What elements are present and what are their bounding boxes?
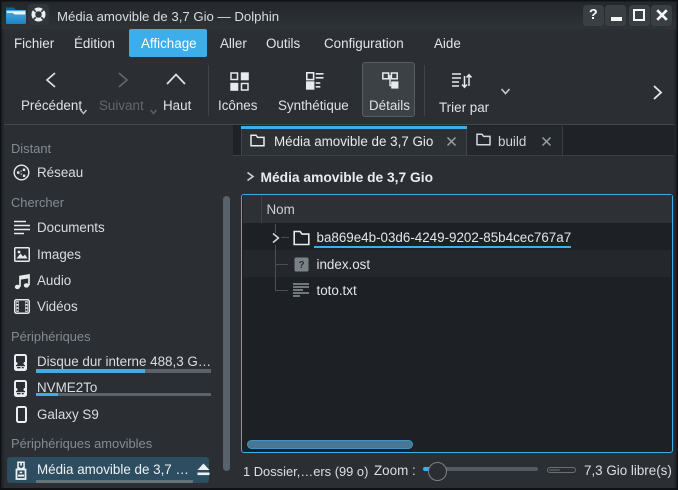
svg-text:?: ? [298, 260, 304, 271]
